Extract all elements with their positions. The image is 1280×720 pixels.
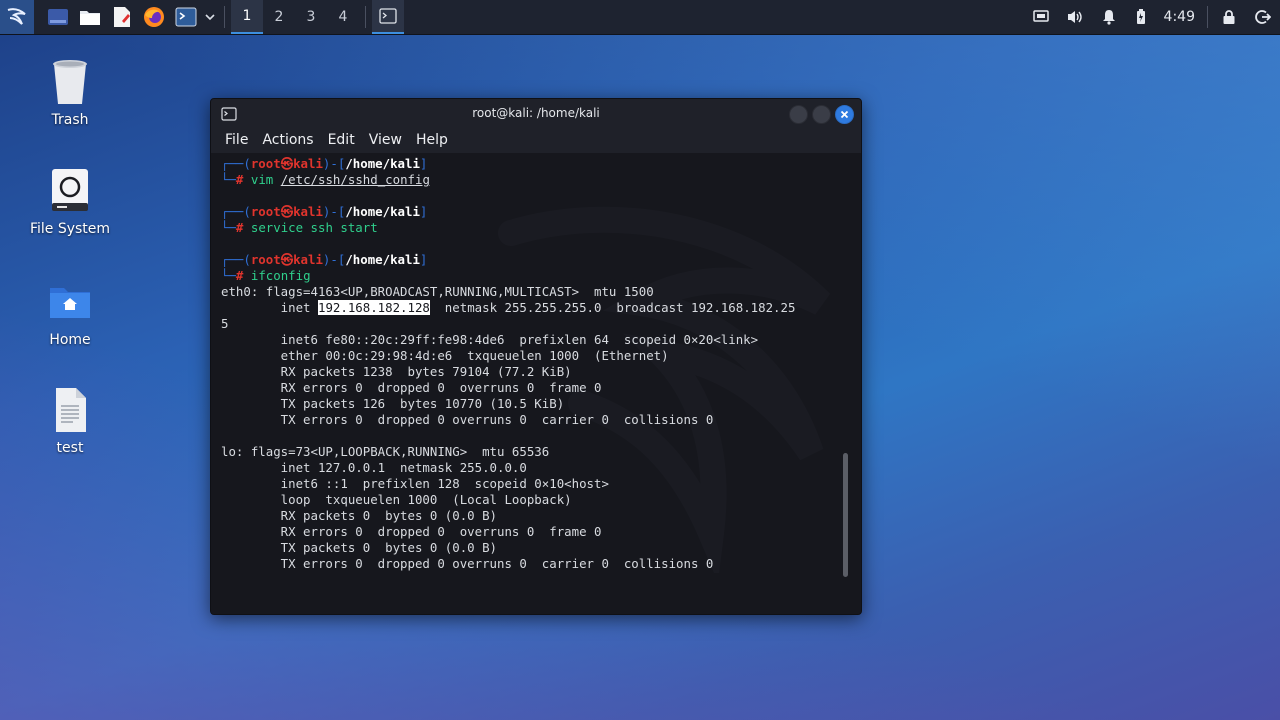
bell-icon[interactable]	[1092, 0, 1126, 34]
minimize-button[interactable]	[789, 105, 808, 124]
text-file-icon	[48, 386, 92, 434]
close-icon	[840, 110, 849, 119]
taskbar-terminal-button[interactable]	[372, 0, 404, 34]
text-editor-icon[interactable]	[106, 0, 138, 34]
firefox-icon[interactable]	[138, 0, 170, 34]
eth0-details: inet6 fe80::20c:29ff:fe98:4de6 prefixlen…	[280, 332, 759, 427]
kali-menu-icon[interactable]	[0, 0, 34, 34]
window-titlebar[interactable]: root@kali: /home/kali	[211, 99, 861, 127]
clock[interactable]: 4:49	[1156, 9, 1203, 25]
desktop-icon-trash[interactable]: Trash	[20, 58, 120, 128]
display-icon[interactable]	[1024, 0, 1058, 34]
logout-icon[interactable]	[1246, 0, 1280, 34]
menu-edit[interactable]: Edit	[321, 132, 362, 148]
command-ifconfig: ifconfig	[250, 268, 311, 283]
desktop-icon-file-system[interactable]: File System	[20, 167, 120, 237]
menu-bar: File Actions Edit View Help	[211, 127, 861, 153]
desktop-icon-label: File System	[29, 221, 111, 237]
menu-actions[interactable]: Actions	[255, 132, 320, 148]
panel-separator	[1207, 6, 1208, 28]
eth0-flags: eth0: flags=4163<UP,BROADCAST,RUNNING,MU…	[221, 284, 654, 299]
chevron-down-icon[interactable]	[202, 0, 218, 34]
desktop-icon-label: Home	[49, 332, 91, 348]
panel-separator	[224, 6, 225, 28]
terminal-launcher-icon[interactable]	[170, 0, 202, 34]
file-manager-icon[interactable]	[74, 0, 106, 34]
drive-icon	[48, 167, 92, 215]
show-desktop-icon[interactable]	[42, 0, 74, 34]
lock-icon[interactable]	[1212, 0, 1246, 34]
menu-view[interactable]: View	[362, 132, 409, 148]
close-button[interactable]	[835, 105, 854, 124]
terminal-text: ┌──(root㉿kali)-[/home/kali] └─# vim /etc…	[221, 156, 796, 571]
command-vim: vim	[250, 172, 274, 187]
terminal-scrollbar[interactable]	[843, 453, 848, 577]
command-service: service ssh start	[250, 220, 378, 235]
maximize-button[interactable]	[812, 105, 831, 124]
system-tray: 4:49	[1024, 0, 1280, 34]
volume-icon[interactable]	[1058, 0, 1092, 34]
trash-icon	[48, 58, 92, 106]
menu-help[interactable]: Help	[409, 132, 455, 148]
terminal-icon	[379, 8, 397, 24]
top-panel: 1 2 3 4 4:49	[0, 0, 1280, 35]
window-title: root@kali: /home/kali	[472, 106, 600, 120]
workspace-4[interactable]: 4	[327, 0, 359, 34]
home-folder-icon	[48, 278, 92, 326]
selected-ip: 192.168.182.128	[317, 300, 430, 315]
desktop-icon-test[interactable]: test	[20, 386, 120, 456]
terminal-window[interactable]: root@kali: /home/kali File Actions Edit …	[210, 98, 862, 615]
desktop-icon-label: test	[56, 440, 84, 456]
panel-separator	[365, 6, 366, 28]
workspace-3[interactable]: 3	[295, 0, 327, 34]
workspace-1[interactable]: 1	[231, 0, 263, 34]
battery-icon[interactable]	[1126, 0, 1156, 34]
desktop-icon-label: Trash	[51, 112, 89, 128]
command-arg: /etc/ssh/sshd_config	[280, 172, 430, 187]
workspace-2[interactable]: 2	[263, 0, 295, 34]
lo-block: lo: flags=73<UP,LOOPBACK,RUNNING> mtu 65…	[221, 444, 714, 571]
desktop-icon-home[interactable]: Home	[20, 278, 120, 348]
menu-file[interactable]: File	[211, 132, 255, 148]
terminal-output[interactable]: ┌──(root㉿kali)-[/home/kali] └─# vim /etc…	[211, 153, 861, 614]
